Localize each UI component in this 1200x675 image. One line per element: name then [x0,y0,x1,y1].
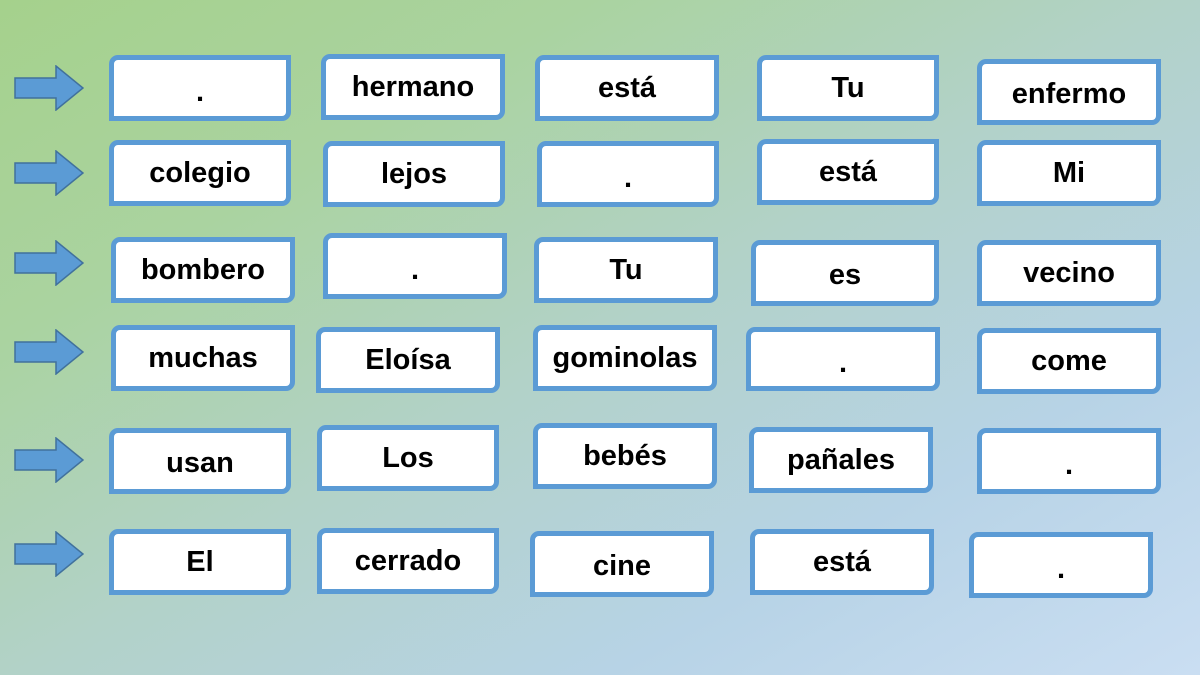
word-card[interactable]: Eloísa [316,327,500,393]
word-card[interactable]: . [537,141,719,207]
word-card[interactable]: usan [109,428,291,494]
word-card[interactable]: enfermo [977,59,1161,125]
word-card[interactable]: lejos [323,141,505,207]
right-arrow-icon [14,65,84,111]
right-arrow-icon [14,531,84,577]
word-card[interactable]: . [109,55,291,121]
word-card[interactable]: muchas [111,325,295,391]
word-card[interactable]: está [535,55,719,121]
word-card[interactable]: . [977,428,1161,494]
word-card[interactable]: bombero [111,237,295,303]
word-card[interactable]: cerrado [317,528,499,594]
word-card[interactable]: bebés [533,423,717,489]
word-card[interactable]: Tu [757,55,939,121]
right-arrow-icon [14,150,84,196]
word-card[interactable]: . [969,532,1153,598]
word-card[interactable]: come [977,328,1161,394]
right-arrow-icon [14,437,84,483]
right-arrow-icon [14,329,84,375]
word-card[interactable]: Tu [534,237,718,303]
word-card[interactable]: . [746,327,940,391]
word-card[interactable]: hermano [321,54,505,120]
word-card[interactable]: El [109,529,291,595]
word-card[interactable]: colegio [109,140,291,206]
word-card[interactable]: cine [530,531,714,597]
word-card[interactable]: es [751,240,939,306]
word-card[interactable]: pañales [749,427,933,493]
word-card[interactable]: Los [317,425,499,491]
word-card[interactable]: vecino [977,240,1161,306]
word-card[interactable]: está [757,139,939,205]
word-card[interactable]: está [750,529,934,595]
word-card[interactable]: Mi [977,140,1161,206]
word-card[interactable]: . [323,233,507,299]
right-arrow-icon [14,240,84,286]
word-card[interactable]: gominolas [533,325,717,391]
